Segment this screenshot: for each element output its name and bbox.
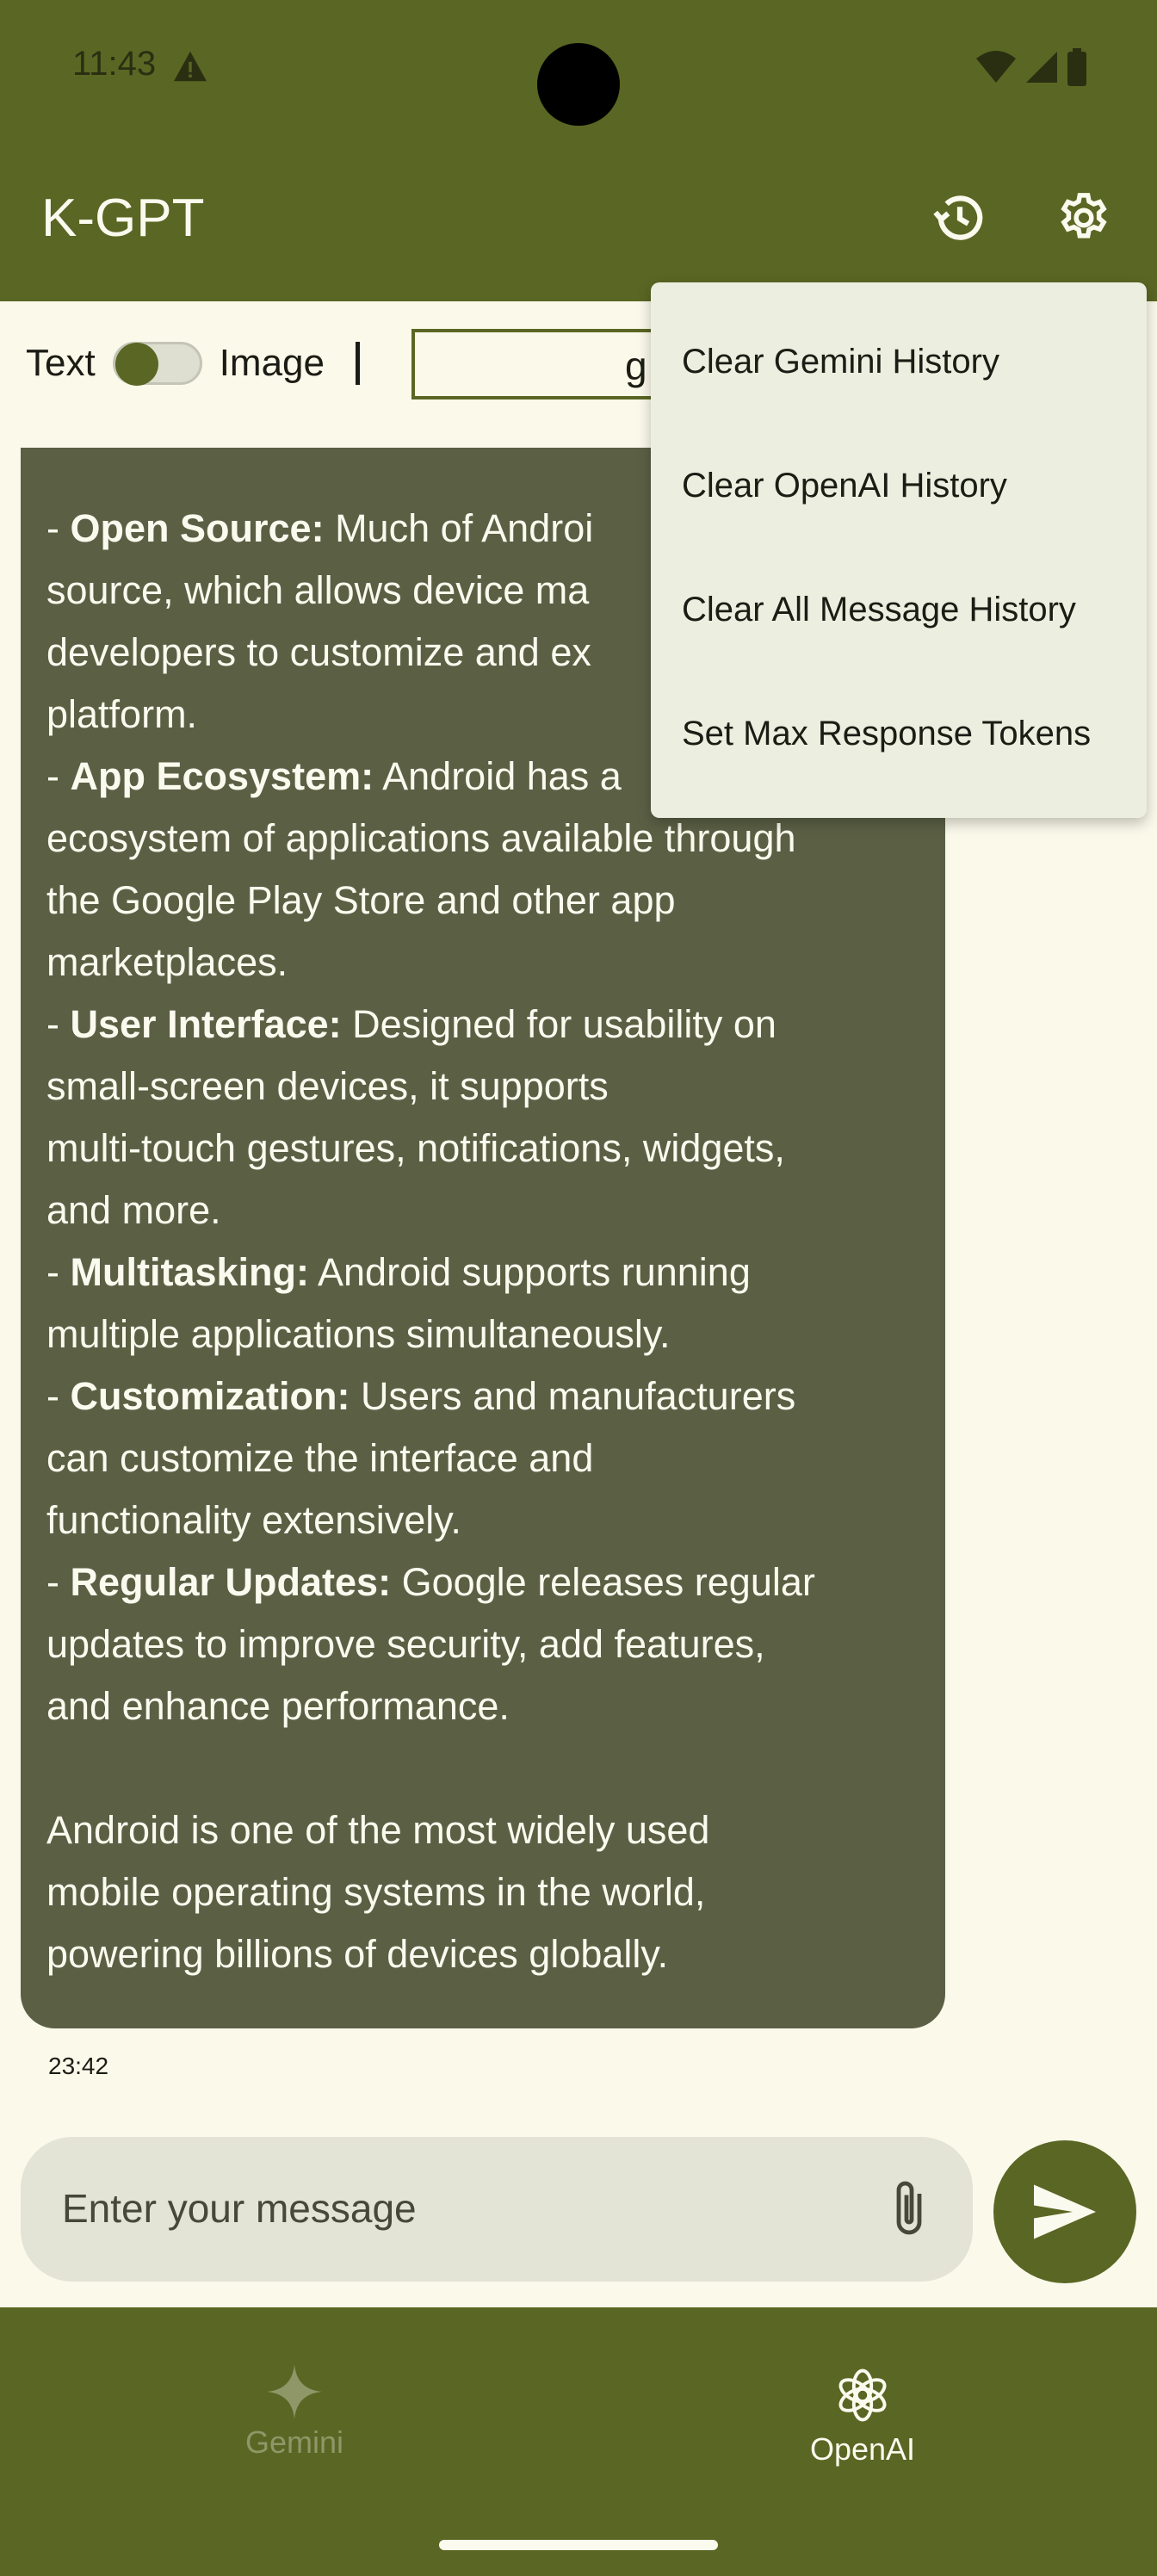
send-button[interactable]	[993, 2140, 1136, 2283]
message-line: and more.	[46, 1188, 221, 1232]
cell-signal-icon	[1026, 52, 1057, 83]
model-select-value: g	[625, 344, 647, 388]
message-line: small-screen devices, it supports	[46, 1064, 609, 1108]
menu-item-set-max-tokens[interactable]: Set Max Response Tokens	[682, 715, 1091, 753]
menu-item-clear-openai-history[interactable]: Clear OpenAI History	[682, 467, 1007, 505]
home-gesture-bar[interactable]	[439, 2540, 718, 2550]
text-mode-label: Text	[26, 342, 96, 384]
message-line: can customize the interface and	[46, 1436, 594, 1480]
settings-dropdown-menu: Clear Gemini History Clear OpenAI Histor…	[651, 282, 1147, 818]
status-icons	[974, 48, 1088, 86]
nav-label-gemini: Gemini	[244, 2424, 344, 2460]
bullet-line: - Customization: Users and manufacturers	[46, 1374, 796, 1418]
message-input[interactable]: Enter your message	[21, 2137, 973, 2282]
nav-item-gemini[interactable]: Gemini	[165, 2364, 424, 2461]
text-image-switch[interactable]	[112, 342, 202, 386]
gear-icon	[1061, 193, 1107, 238]
paperclip-icon	[896, 2181, 922, 2235]
send-icon	[1034, 2184, 1096, 2239]
message-line: functionality extensively.	[46, 1498, 461, 1542]
mode-toggle-row: Text Image	[26, 336, 360, 391]
message-timestamp: 23:42	[48, 2053, 109, 2079]
status-time: 11:43	[72, 45, 157, 83]
camera-cutout	[537, 43, 620, 126]
bullet-heading: Regular Updates:	[70, 1560, 392, 1604]
settings-button[interactable]	[1047, 181, 1121, 255]
message-line: and enhance performance.	[46, 1684, 510, 1728]
bullet-heading: Multitasking:	[70, 1250, 310, 1294]
message-input-placeholder: Enter your message	[62, 2186, 417, 2231]
switch-knob	[114, 343, 158, 386]
message-line: multi-touch gestures, notifications, wid…	[46, 1126, 785, 1170]
bullet-heading: App Ecosystem:	[70, 754, 374, 798]
menu-item-clear-all-history[interactable]: Clear All Message History	[682, 591, 1076, 629]
history-icon	[933, 195, 983, 240]
message-line: multiple applications simultaneously.	[46, 1312, 671, 1356]
nav-label-openai: OpenAI	[809, 2431, 916, 2467]
sparkle-icon	[267, 2364, 322, 2419]
attach-button[interactable]	[876, 2175, 942, 2244]
message-line: Android is one of the most widely used	[46, 1808, 710, 1852]
battery-icon	[1067, 48, 1086, 86]
bottom-navigation: Gemini OpenAI	[0, 2307, 1157, 2576]
bullet-heading: Open Source:	[70, 506, 325, 550]
wifi-icon	[976, 51, 1016, 83]
warning-icon	[174, 51, 207, 82]
message-line: the Google Play Store and other app	[46, 878, 676, 922]
bullet-heading: Customization:	[70, 1374, 350, 1418]
phone-screen: 11:43 K-GPT Text Image g - Open Source: …	[0, 0, 1157, 2576]
message-line: mobile operating systems in the world,	[46, 1870, 706, 1914]
mode-divider	[356, 342, 360, 385]
bullet-line: - User Interface: Designed for usability…	[46, 1002, 776, 1046]
bullet-line: - Multitasking: Android supports running	[46, 1250, 751, 1294]
status-bar: 11:43	[0, 0, 1157, 129]
model-select-field[interactable]: g	[411, 329, 670, 399]
nav-item-openai[interactable]: OpenAI	[733, 2364, 992, 2468]
message-line: updates to improve security, add feature…	[46, 1622, 765, 1666]
bullet-line: - Regular Updates: Google releases regul…	[46, 1560, 815, 1604]
history-button[interactable]	[923, 181, 997, 255]
image-mode-label: Image	[219, 342, 325, 384]
menu-item-clear-gemini-history[interactable]: Clear Gemini History	[682, 343, 999, 381]
bullet-heading: User Interface:	[70, 1002, 342, 1046]
paragraph-spacer	[46, 1737, 919, 1799]
message-line: powering billions of devices globally.	[46, 1932, 669, 1976]
openai-icon	[838, 2369, 887, 2422]
message-line: marketplaces.	[46, 940, 288, 984]
app-title: K-GPT	[41, 189, 205, 248]
